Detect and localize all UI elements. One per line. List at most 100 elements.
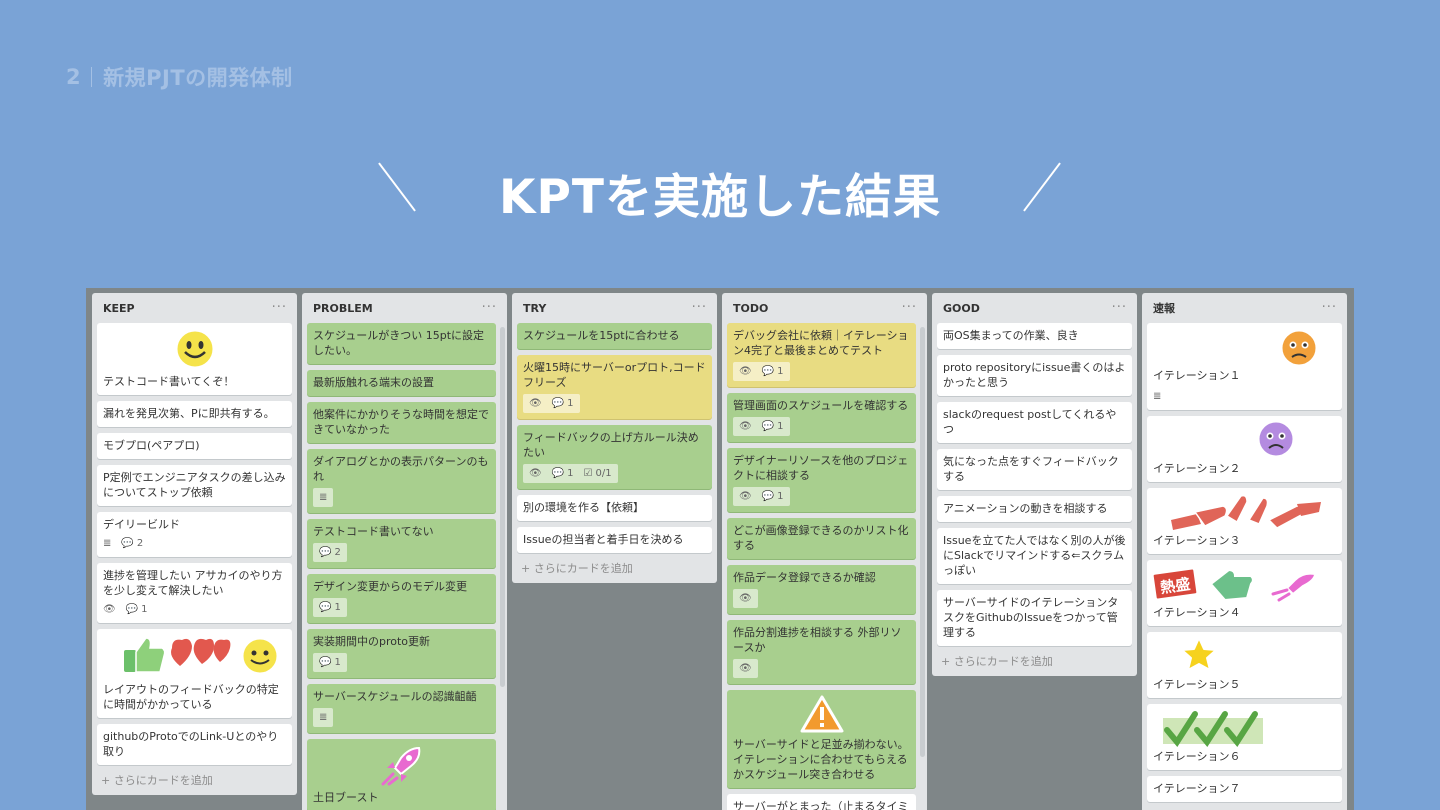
card[interactable]: 最新版触れる端末の設置 [307, 370, 496, 396]
card[interactable]: 気になった点をすぐフィードバックする [937, 449, 1132, 490]
card-text: イテレーション３ [1153, 534, 1241, 547]
card[interactable]: テストコード書いてくぞ！ [97, 323, 292, 395]
card-text: デザイナーリソースを他のプロジェクトに相談する [733, 454, 909, 482]
card-text: イテレーション７ [1153, 782, 1241, 795]
card[interactable]: 作品分割進捗を相談する 外部リソースか 👁 [727, 620, 916, 684]
breadcrumb-divider [91, 67, 93, 87]
watch-icon: 👁 [529, 398, 542, 409]
card[interactable]: デザイナーリソースを他のプロジェクトに相談する 👁 💬 1 [727, 448, 916, 512]
card[interactable]: 別の環境を作る【依頼】 [517, 495, 712, 521]
card-text: イテレーション５ [1153, 678, 1241, 691]
card-text: サーバーサイドと足並み揃わない。イテレーションに合わせてもらえるかスケジュール突… [733, 738, 909, 781]
comment-count: 1 [777, 366, 784, 377]
card[interactable]: どこが画像登録できるのかリスト化する [727, 518, 916, 559]
card[interactable]: 他案件にかかりそうな時間を想定できていなかった [307, 402, 496, 443]
list-scrollbar[interactable] [500, 327, 505, 687]
card[interactable]: スケジュールがきつい 15ptに設定したい。 [307, 323, 496, 364]
card[interactable]: モブプロ(ペアプロ) [97, 433, 292, 459]
card[interactable]: Issueの担当者と着手日を決める [517, 527, 712, 553]
comment-count: 2 [136, 538, 144, 549]
card[interactable]: P定例でエンジニアタスクの差し込みについてストップ依頼 [97, 465, 292, 506]
comment-badge: 💬 1 [552, 396, 574, 411]
comment-icon: 💬 [761, 421, 775, 432]
card[interactable]: サーバースケジュールの認識齟齬 ≣ [307, 684, 496, 733]
card[interactable]: スケジュールを15ptに合わせる [517, 323, 712, 349]
card[interactable]: デバッグ会社に依頼｜イテレーション4完了と最後まとめてテスト 👁 💬 1 [727, 323, 916, 387]
list-menu-icon[interactable]: ··· [1112, 301, 1127, 314]
card[interactable]: フィードバックの上げ方ルール決めたい 👁 💬 1 ☑ 0/1 [517, 425, 712, 489]
comment-icon: 💬 [319, 657, 332, 668]
list-title: TRY [523, 301, 547, 315]
card[interactable]: アニメーションの動きを相談する [937, 496, 1132, 522]
list-menu-icon[interactable]: ··· [902, 301, 917, 314]
list-keep: KEEP ··· テストコード書いてくぞ！ 漏れを発見次第、Pに即共有する。 モ… [92, 293, 297, 795]
card-text: 最新版触れる端末の設置 [313, 376, 434, 389]
card[interactable]: 管理画面のスケジュールを確認する 👁 💬 1 [727, 393, 916, 442]
card-text: テストコード書いてない [313, 525, 434, 538]
card[interactable]: 進捗を管理したい アサカイのやり方を少し変えて解決したい 👁 💬 1 [97, 563, 292, 623]
card-text: サーバースケジュールの認識齟齬 [313, 690, 477, 703]
card[interactable]: 熱盛 イテレーション４ [1147, 560, 1342, 626]
card[interactable]: slackのrequest postしてくれるやつ [937, 402, 1132, 443]
comment-icon: 💬 [551, 468, 565, 479]
card[interactable]: イテレーション１ ≣ [1147, 323, 1342, 410]
add-card-button[interactable]: + さらにカードを追加 [517, 553, 712, 583]
card-text: 漏れを発見次第、Pに即共有する。 [103, 407, 275, 420]
card-text: イテレーション４ [1153, 606, 1241, 619]
card[interactable]: イテレーション３ [1147, 488, 1342, 554]
list-scrollbar[interactable] [920, 327, 925, 757]
list-menu-icon[interactable]: ··· [482, 301, 497, 314]
comment-icon: 💬 [761, 366, 775, 377]
watch-icon: 👁 [103, 604, 116, 615]
list-menu-icon[interactable]: ··· [1322, 301, 1337, 314]
card[interactable]: 両OS集まっての作業、良き [937, 323, 1132, 349]
card[interactable]: レイアウトのフィードバックの特定に時間がかかっている [97, 629, 292, 718]
card[interactable]: テストコード書いてない 💬 2 [307, 519, 496, 568]
stamp-text: 熱盛 [1151, 567, 1199, 601]
card[interactable]: イテレーション５ [1147, 632, 1342, 698]
card[interactable]: Issueを立てた人ではなく別の人が後にSlackでリマインドする⇐スクラムっぽ… [937, 528, 1132, 584]
card-text: ダイアログとかの表示パターンのもれ [313, 455, 489, 483]
card-text: イテレーション６ [1153, 750, 1241, 763]
list-menu-icon[interactable]: ··· [692, 301, 707, 314]
card[interactable]: 実装期間中のproto更新 💬 1 [307, 629, 496, 678]
card-text: アニメーションの動きを相談する [943, 502, 1108, 515]
card[interactable]: ダイアログとかの表示パターンのもれ ≣ [307, 449, 496, 513]
list-menu-icon[interactable]: ··· [272, 301, 287, 314]
list-good: GOOD ··· 両OS集まっての作業、良き proto repositoryに… [932, 293, 1137, 676]
card[interactable]: デイリービルド ≣ 💬 2 [97, 512, 292, 557]
card[interactable]: イテレーション２ [1147, 416, 1342, 482]
page-number: 2 [66, 65, 82, 89]
card-text: 作品データ登録できるか確認 [733, 571, 876, 584]
add-card-button[interactable]: + さらにカードを追加 [97, 765, 292, 795]
card[interactable]: 土日ブースト [307, 739, 496, 810]
watch-icon: 👁 [529, 468, 542, 479]
list-title: GOOD [943, 301, 980, 315]
card[interactable]: イテレーション６ [1147, 704, 1342, 770]
card-text: 他案件にかかりそうな時間を想定できていなかった [313, 408, 489, 436]
comment-count: 1 [777, 421, 784, 432]
add-card-button[interactable]: + さらにカードを追加 [937, 646, 1132, 676]
card[interactable]: サーバーサイドと足並み揃わない。イテレーションに合わせてもらえるかスケジュール突… [727, 690, 916, 788]
card[interactable]: 作品データ登録できるか確認 👁 [727, 565, 916, 614]
card[interactable]: 漏れを発見次第、Pに即共有する。 [97, 401, 292, 427]
card[interactable]: proto repositoryにissue書くのはよかったと思う [937, 355, 1132, 396]
card-text: デバッグ会社に依頼｜イテレーション4完了と最後まとめてテスト [733, 329, 909, 357]
card-text: スケジュールを15ptに合わせる [523, 329, 680, 342]
card-text: 管理画面のスケジュールを確認する [733, 399, 909, 412]
comment-badge: 💬 1 [762, 489, 784, 504]
comment-badge: 💬 1 [319, 655, 341, 670]
comment-count: 1 [777, 491, 784, 502]
card[interactable]: 火曜15時にサーバーorプロト,コードフリーズ 👁 💬 1 [517, 355, 712, 419]
card[interactable]: デザイン変更からのモデル変更 💬 1 [307, 574, 496, 623]
card[interactable]: サーバーサイドのイテレーションタスクをGithubのIssueをつかって管理する [937, 590, 1132, 646]
card[interactable]: サーバーがとまった（止まるタイミ [727, 794, 916, 810]
card-text: slackのrequest postしてくれるやつ [943, 408, 1117, 436]
card-text: P定例でエンジニアタスクの差し込みについてストップ依頼 [103, 471, 286, 499]
card-text: どこが画像登録できるのかリスト化する [733, 524, 909, 552]
worried-face-icon [1279, 328, 1319, 368]
card-text: 実装期間中のproto更新 [313, 635, 431, 648]
comment-badge: 💬 1 [762, 364, 784, 379]
card[interactable]: イテレーション７ [1147, 776, 1342, 802]
card[interactable]: githubのProtoでのLink-Uとのやり取り [97, 724, 292, 765]
